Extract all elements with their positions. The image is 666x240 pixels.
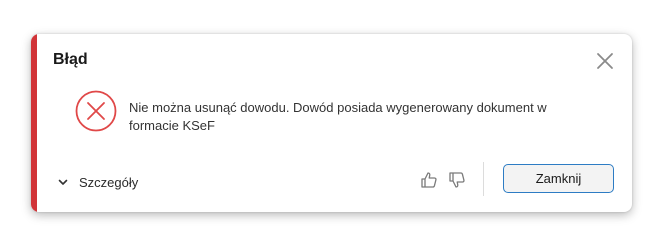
chevron-down-icon: [57, 176, 69, 188]
thumbs-up-icon[interactable]: [419, 170, 439, 190]
details-label: Szczegóły: [79, 174, 139, 190]
close-icon[interactable]: [595, 51, 615, 71]
dialog-title: Błąd: [53, 51, 88, 68]
details-toggle[interactable]: Szczegóły: [57, 172, 138, 192]
close-button[interactable]: Zamknij: [503, 164, 614, 193]
footer-divider: [483, 162, 484, 196]
error-icon: [75, 90, 117, 132]
error-message: Nie można usunąć dowodu. Dowód posiada w…: [129, 100, 547, 133]
error-dialog: Błąd Nie można usunąć dowodu. Dowód posi…: [31, 34, 632, 212]
error-accent-bar: [31, 34, 37, 212]
thumbs-down-icon[interactable]: [447, 170, 467, 190]
